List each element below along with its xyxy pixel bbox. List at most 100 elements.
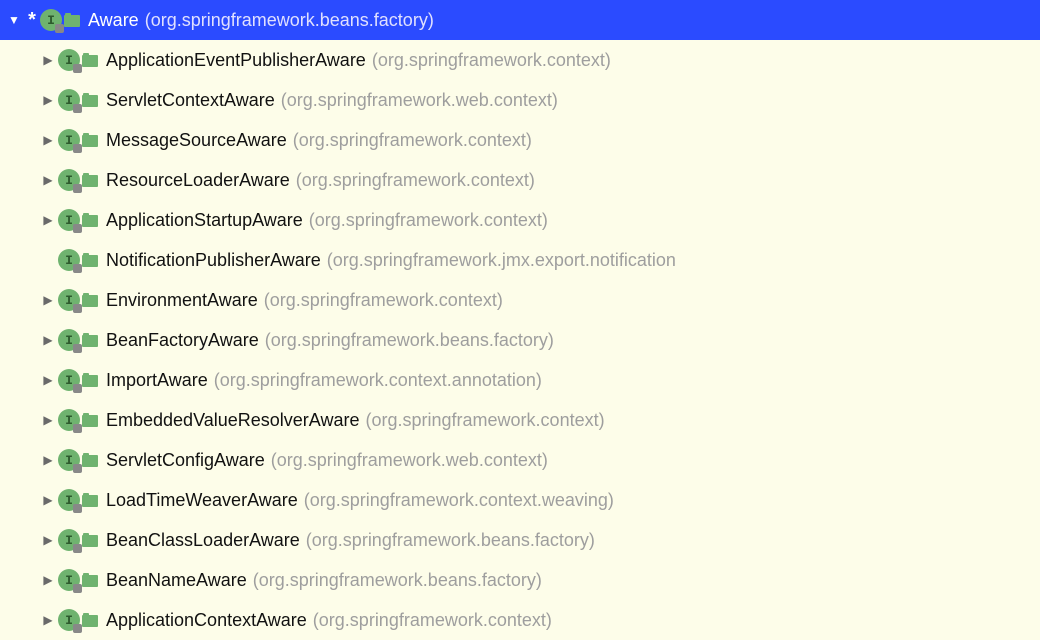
package-name: (org.springframework.beans.factory) bbox=[265, 330, 554, 351]
package-icon bbox=[82, 173, 98, 187]
tree-row[interactable]: ▶I ResourceLoaderAware (org.springframewor… bbox=[0, 160, 1040, 200]
type-name: ApplicationStartupAware bbox=[106, 210, 303, 231]
package-icon bbox=[82, 293, 98, 307]
package-name: (org.springframework.context) bbox=[366, 410, 605, 431]
type-icons: I bbox=[58, 129, 98, 151]
tree-row[interactable]: ▶I BeanFactoryAware (org.springframework.b… bbox=[0, 320, 1040, 360]
package-name: (org.springframework.web.context) bbox=[281, 90, 558, 111]
package-name: (org.springframework.context) bbox=[313, 610, 552, 631]
tree-row-label: BeanClassLoaderAware (org.springframework… bbox=[106, 530, 595, 551]
type-icons: I bbox=[58, 209, 98, 231]
tree-root-row[interactable]: ▼ * I Aware (org.springframework.beans.f… bbox=[0, 0, 1040, 40]
package-icon bbox=[82, 333, 98, 347]
tree-row-label: BeanNameAware(org.springframework.beans.… bbox=[106, 570, 542, 591]
package-icon bbox=[82, 453, 98, 467]
interface-icon: I bbox=[58, 529, 80, 551]
package-icon bbox=[82, 93, 98, 107]
expand-arrow-icon[interactable]: ▶ bbox=[38, 573, 58, 587]
star-icon: * bbox=[24, 9, 40, 32]
type-icons: I bbox=[58, 289, 98, 311]
interface-icon: I bbox=[58, 449, 80, 471]
package-name: (org.springframework.beans.factory) bbox=[253, 570, 542, 591]
tree-row-label: ApplicationContextAware (org.springframew… bbox=[106, 610, 552, 631]
package-icon bbox=[82, 373, 98, 387]
type-icons: I bbox=[40, 9, 80, 31]
tree-row-label: BeanFactoryAware (org.springframework.bea… bbox=[106, 330, 554, 351]
tree-row[interactable]: ▶IMessageSourceAware(org.springframework… bbox=[0, 120, 1040, 160]
expand-arrow-icon[interactable]: ▼ bbox=[4, 13, 24, 27]
interface-icon: I bbox=[58, 329, 80, 351]
interface-icon: I bbox=[58, 49, 80, 71]
type-icons: I bbox=[58, 489, 98, 511]
tree-row-label: ApplicationEventPublisherAware(org.sprin… bbox=[106, 50, 611, 71]
type-name: BeanFactoryAware bbox=[106, 330, 259, 351]
hierarchy-tree: ▼ * I Aware (org.springframework.beans.f… bbox=[0, 0, 1040, 640]
package-name: (org.springframework.context) bbox=[296, 170, 535, 191]
tree-row-label: ApplicationStartupAware(org.springframew… bbox=[106, 210, 548, 231]
expand-arrow-icon[interactable]: ▶ bbox=[38, 613, 58, 627]
interface-icon: I bbox=[58, 169, 80, 191]
tree-row[interactable]: ▶INotificationPublisherAware(org.springf… bbox=[0, 240, 1040, 280]
package-name: (org.springframework.web.context) bbox=[271, 450, 548, 471]
expand-arrow-icon[interactable]: ▶ bbox=[38, 373, 58, 387]
tree-row[interactable]: ▶I ServletConfigAware(org.springframework… bbox=[0, 440, 1040, 480]
package-icon bbox=[82, 413, 98, 427]
expand-arrow-icon[interactable]: ▶ bbox=[38, 293, 58, 307]
package-name: (org.springframework.jmx.export.notifica… bbox=[327, 250, 676, 271]
interface-icon: I bbox=[58, 369, 80, 391]
tree-row-label: Aware (org.springframework.beans.factory… bbox=[88, 10, 434, 31]
type-name: MessageSourceAware bbox=[106, 130, 287, 151]
interface-icon: I bbox=[58, 289, 80, 311]
tree-row-label: ServletContextAware(org.springframework.… bbox=[106, 90, 558, 111]
type-icons: I bbox=[58, 409, 98, 431]
tree-row-label: LoadTimeWeaverAware (org.springframework.… bbox=[106, 490, 614, 511]
type-name: ApplicationContextAware bbox=[106, 610, 307, 631]
tree-row-label: EnvironmentAware(org.springframework.con… bbox=[106, 290, 503, 311]
expand-arrow-icon[interactable]: ▶ bbox=[38, 133, 58, 147]
tree-row[interactable]: ▶IApplicationContextAware(org.springfram… bbox=[0, 600, 1040, 640]
tree-row[interactable]: ▶I ImportAware(org.springframework.contex… bbox=[0, 360, 1040, 400]
package-icon bbox=[82, 493, 98, 507]
type-name: EmbeddedValueResolverAware bbox=[106, 410, 360, 431]
tree-row[interactable]: ▶I BeanNameAware(org.springframework.bean… bbox=[0, 560, 1040, 600]
type-name: EnvironmentAware bbox=[106, 290, 258, 311]
tree-row[interactable]: ▶I LoadTimeWeaverAware (org.springframewor… bbox=[0, 480, 1040, 520]
type-name: ApplicationEventPublisherAware bbox=[106, 50, 366, 71]
type-icons: I bbox=[58, 169, 98, 191]
type-name: NotificationPublisherAware bbox=[106, 250, 321, 271]
tree-row[interactable]: ▶I EmbeddedValueResolverAware (org.springf… bbox=[0, 400, 1040, 440]
type-icons: I bbox=[58, 529, 98, 551]
type-name: LoadTimeWeaverAware bbox=[106, 490, 298, 511]
type-name: BeanClassLoaderAware bbox=[106, 530, 300, 551]
interface-icon: I bbox=[58, 249, 80, 271]
expand-arrow-icon[interactable]: ▶ bbox=[38, 93, 58, 107]
tree-row-label: ServletConfigAware(org.springframework.w… bbox=[106, 450, 548, 471]
expand-arrow-icon[interactable]: ▶ bbox=[38, 413, 58, 427]
tree-row[interactable]: ▶I ApplicationEventPublisherAware(org.spr… bbox=[0, 40, 1040, 80]
package-icon bbox=[82, 613, 98, 627]
tree-row[interactable]: ▶I BeanClassLoaderAware (org.springframewo… bbox=[0, 520, 1040, 560]
interface-icon: I bbox=[58, 489, 80, 511]
interface-icon: I bbox=[58, 569, 80, 591]
expand-arrow-icon[interactable]: ▶ bbox=[38, 333, 58, 347]
tree-row[interactable]: ▶I EnvironmentAware(org.springframework.c… bbox=[0, 280, 1040, 320]
type-name: ResourceLoaderAware bbox=[106, 170, 290, 191]
expand-arrow-icon[interactable]: ▶ bbox=[38, 53, 58, 67]
tree-row[interactable]: ▶I ApplicationStartupAware(org.springfram… bbox=[0, 200, 1040, 240]
package-name: (org.springframework.context.weaving) bbox=[304, 490, 614, 511]
tree-row-label: ResourceLoaderAware (org.springframework.… bbox=[106, 170, 535, 191]
package-name: (org.springframework.beans.factory) bbox=[306, 530, 595, 551]
expand-arrow-icon[interactable]: ▶ bbox=[38, 453, 58, 467]
expand-arrow-icon[interactable]: ▶ bbox=[38, 213, 58, 227]
expand-arrow-icon[interactable]: ▶ bbox=[38, 173, 58, 187]
package-icon bbox=[82, 573, 98, 587]
tree-row-label: ImportAware(org.springframework.context.… bbox=[106, 370, 542, 391]
expand-arrow-icon[interactable]: ▶ bbox=[38, 493, 58, 507]
expand-arrow-icon[interactable]: ▶ bbox=[38, 533, 58, 547]
type-name: Aware bbox=[88, 10, 139, 31]
tree-row[interactable]: ▶IServletContextAware(org.springframewor… bbox=[0, 80, 1040, 120]
package-name: (org.springframework.beans.factory) bbox=[145, 10, 434, 31]
package-icon bbox=[82, 133, 98, 147]
package-name: (org.springframework.context.annotation) bbox=[214, 370, 542, 391]
interface-icon: I bbox=[40, 9, 62, 31]
